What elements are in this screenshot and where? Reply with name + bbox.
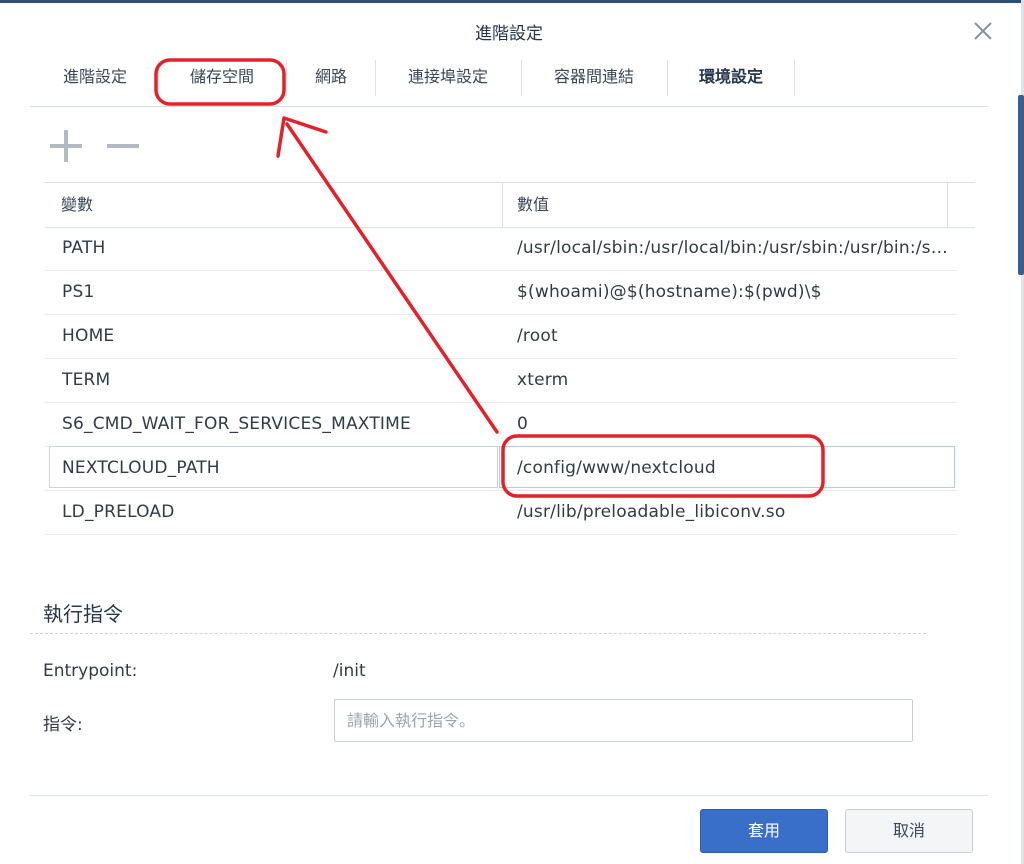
cell-value: $(whoami)@$(hostname):$(pwd)\$ bbox=[517, 282, 822, 302]
cell-variable: HOME bbox=[62, 326, 115, 346]
close-icon bbox=[974, 22, 992, 40]
dialog-header: 進階設定 bbox=[0, 3, 1018, 59]
annotation-arrow-head bbox=[276, 116, 328, 158]
section-divider bbox=[30, 633, 926, 634]
table-row[interactable]: TERM xterm bbox=[45, 358, 957, 403]
table-header: 變數 數值 bbox=[45, 182, 975, 228]
cell-value: 0 bbox=[517, 414, 529, 434]
table-row-editing[interactable]: NEXTCLOUD_PATH /config/www/nextcloud bbox=[45, 446, 957, 491]
cancel-button[interactable]: 取消 bbox=[845, 809, 973, 853]
tab-port-settings[interactable]: 連接埠設定 bbox=[375, 58, 521, 96]
table-row[interactable]: LD_PRELOAD /usr/lib/preloadable_libiconv… bbox=[45, 490, 957, 535]
tab-bar: 進階設定 儲存空間 網路 連接埠設定 容器間連結 環境設定 bbox=[30, 58, 988, 107]
tab-environment[interactable]: 環境設定 bbox=[667, 58, 795, 96]
page-scrollbar[interactable] bbox=[1018, 95, 1024, 275]
apply-button[interactable]: 套用 bbox=[700, 809, 828, 853]
tab-network[interactable]: 網路 bbox=[286, 58, 376, 96]
cell-variable: PATH bbox=[62, 238, 106, 258]
close-button[interactable] bbox=[968, 16, 998, 46]
command-input[interactable] bbox=[334, 699, 913, 742]
tab-storage[interactable]: 儲存空間 bbox=[158, 58, 286, 96]
minus-icon bbox=[107, 144, 139, 148]
column-header-value[interactable]: 數值 bbox=[517, 183, 549, 227]
column-header-variable[interactable]: 變數 bbox=[61, 183, 93, 227]
exec-section-title: 執行指令 bbox=[43, 602, 123, 626]
cell-variable: TERM bbox=[62, 370, 111, 390]
cell-value: /usr/local/sbin:/usr/local/bin:/usr/sbin… bbox=[517, 238, 949, 258]
tab-separator bbox=[794, 60, 795, 96]
cell-variable: PS1 bbox=[62, 282, 95, 302]
table-row[interactable]: PATH /usr/local/sbin:/usr/local/bin:/usr… bbox=[45, 226, 957, 271]
table-row[interactable]: PS1 $(whoami)@$(hostname):$(pwd)\$ bbox=[45, 270, 957, 315]
column-separator bbox=[947, 183, 948, 227]
table-row[interactable]: HOME /root bbox=[45, 314, 957, 359]
cell-variable: S6_CMD_WAIT_FOR_SERVICES_MAXTIME bbox=[62, 414, 411, 434]
plus-icon bbox=[50, 130, 82, 162]
remove-variable-button[interactable] bbox=[105, 126, 141, 166]
cell-value: /root bbox=[517, 326, 558, 346]
add-variable-button[interactable] bbox=[48, 126, 84, 166]
command-label: 指令: bbox=[43, 715, 83, 735]
column-separator bbox=[502, 183, 503, 227]
table-row[interactable]: S6_CMD_WAIT_FOR_SERVICES_MAXTIME 0 bbox=[45, 402, 957, 447]
dialog-title: 進階設定 bbox=[475, 24, 543, 44]
cell-value: /config/www/nextcloud bbox=[517, 458, 716, 478]
cell-variable: NEXTCLOUD_PATH bbox=[62, 458, 220, 478]
tab-advanced[interactable]: 進階設定 bbox=[32, 58, 158, 96]
entrypoint-value: /init bbox=[333, 661, 366, 681]
cell-variable: LD_PRELOAD bbox=[62, 502, 175, 522]
entrypoint-label: Entrypoint: bbox=[43, 661, 138, 681]
tab-container-links[interactable]: 容器間連結 bbox=[521, 58, 667, 96]
footer-divider bbox=[30, 795, 988, 796]
cell-value: xterm bbox=[517, 370, 569, 390]
cell-value: /usr/lib/preloadable_libiconv.so bbox=[517, 502, 786, 522]
